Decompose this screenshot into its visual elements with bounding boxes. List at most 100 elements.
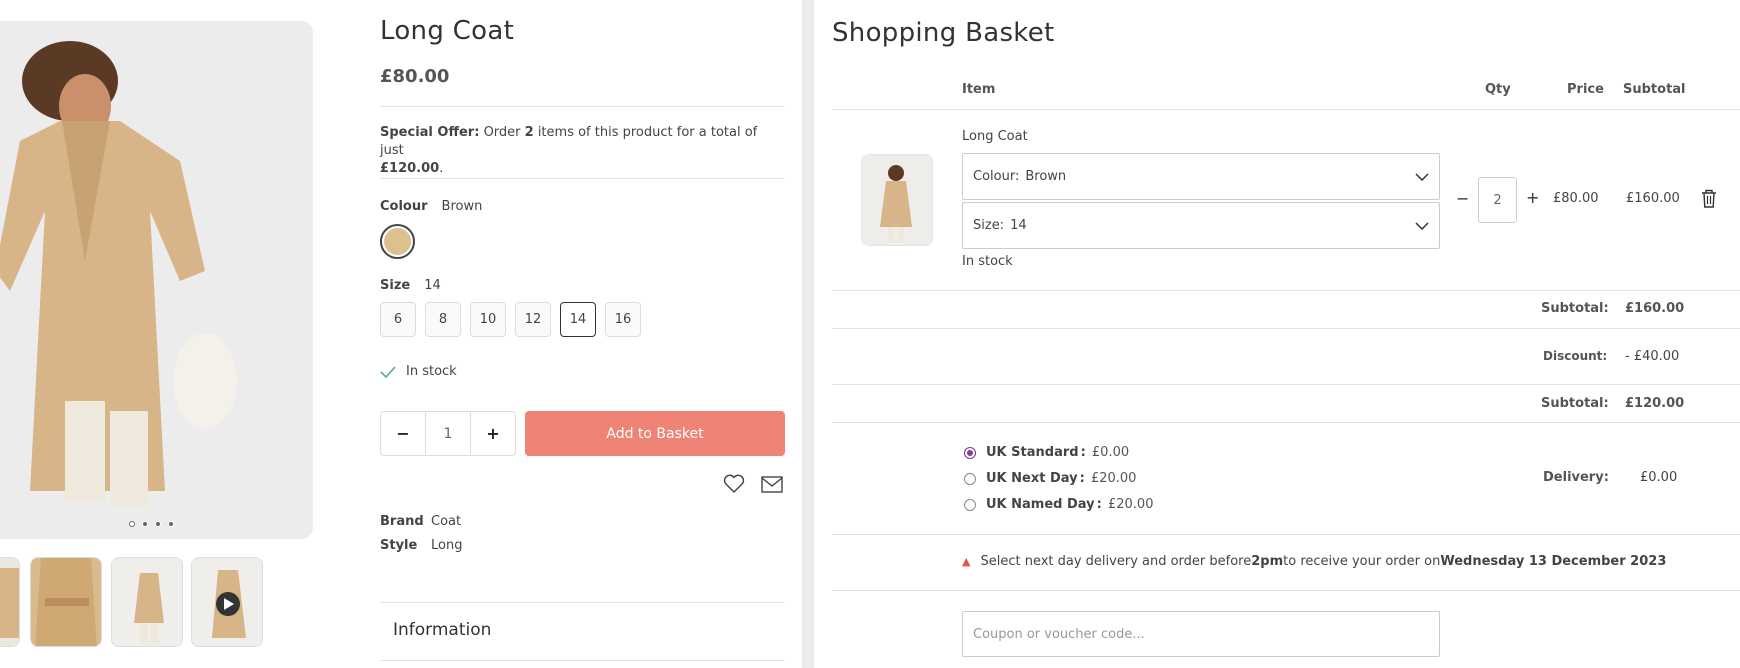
size-option[interactable]: 10 (470, 302, 506, 337)
thumbnail[interactable] (0, 557, 20, 647)
coupon-input[interactable]: Coupon or voucher code... (962, 611, 1440, 657)
divider (832, 328, 1740, 329)
brand-row: Brand Coat (380, 514, 461, 529)
mail-icon[interactable] (761, 476, 783, 493)
offer-total: £120.00 (380, 161, 440, 176)
product-price: £80.00 (380, 66, 450, 87)
subtotal-value: £160.00 (1625, 301, 1685, 316)
radio-button-selected[interactable] (964, 446, 976, 459)
column-header-price: Price (1567, 82, 1604, 97)
delivery-option-uk-standard[interactable]: UK Standard: £0.00 (964, 445, 1129, 460)
carousel-dot[interactable] (142, 521, 148, 527)
size-option-selected[interactable]: 14 (560, 302, 596, 337)
panel-divider (802, 0, 814, 668)
subtotal-label: Subtotal: (1541, 301, 1609, 316)
warning-icon: ▲ (962, 555, 971, 568)
cart-item-name[interactable]: Long Coat (962, 129, 1028, 144)
size-label: Size (380, 278, 411, 293)
product-main-image[interactable] (0, 21, 313, 539)
offer-label: Special Offer: (380, 125, 480, 140)
colour-row: Colour Brown (380, 199, 482, 214)
thumbnail[interactable] (30, 557, 102, 647)
delivery-label: Delivery: (1543, 470, 1609, 485)
size-option[interactable]: 8 (425, 302, 461, 337)
discount-label: Discount: (1543, 349, 1608, 363)
subtotal-after-discount-label: Subtotal: (1541, 396, 1609, 411)
divider (380, 106, 785, 107)
offer-text: . (439, 161, 444, 176)
video-thumbnail[interactable] (191, 557, 263, 647)
offer-text: Order (483, 125, 525, 140)
thumbnail[interactable] (111, 557, 183, 647)
colour-select[interactable]: Colour: Brown (962, 153, 1440, 200)
column-header-qty: Qty (1485, 82, 1511, 97)
information-accordion[interactable]: Information (393, 620, 491, 640)
product-title: Long Coat (380, 16, 515, 46)
colour-select-label: Colour: (973, 169, 1020, 184)
colour-value: Brown (441, 199, 483, 214)
add-to-basket-button[interactable]: Add to Basket (525, 411, 785, 456)
brand-value: Coat (431, 514, 462, 529)
carousel-dot[interactable] (155, 521, 161, 527)
brand-label: Brand (380, 514, 424, 529)
colour-select-value: Brown (1025, 169, 1067, 184)
delivery-option-uk-next-day[interactable]: UK Next Day: £20.00 (964, 471, 1136, 486)
size-option[interactable]: 12 (515, 302, 551, 337)
product-panel: Long Coat £80.00 Special Offer: Order 2 … (0, 0, 802, 668)
size-select-label: Size: (973, 218, 1005, 233)
chevron-down-icon (1415, 172, 1429, 181)
column-header-subtotal: Subtotal (1623, 82, 1686, 97)
carousel-dot[interactable] (168, 521, 174, 527)
divider (832, 590, 1740, 591)
heart-icon[interactable] (723, 474, 745, 494)
cart-item-subtotal: £160.00 (1626, 191, 1680, 206)
delivery-value: £0.00 (1640, 470, 1678, 485)
cart-item-price: £80.00 (1553, 191, 1599, 206)
divider (832, 290, 1740, 291)
cart-item-image[interactable] (861, 154, 933, 246)
radio-button[interactable] (964, 472, 976, 485)
qty-plus-button[interactable]: + (471, 412, 515, 455)
colour-label: Colour (380, 199, 428, 214)
size-value: 14 (424, 278, 441, 293)
size-option[interactable]: 16 (605, 302, 641, 337)
basket-title: Shopping Basket (832, 18, 1055, 48)
divider (832, 109, 1740, 110)
qty-minus-button[interactable]: − (381, 412, 425, 455)
divider (380, 660, 785, 661)
delivery-option-price: £20.00 (1090, 471, 1137, 486)
carousel-dot[interactable] (129, 521, 135, 527)
size-select-value: 14 (1010, 218, 1027, 233)
notice-text: Select next day delivery and order befor… (980, 554, 1252, 569)
divider (832, 422, 1740, 423)
notice-date: Wednesday 13 December 2023 (1440, 554, 1667, 569)
cart-item-stock: In stock (962, 254, 1013, 269)
delivery-option-name: UK Next Day (986, 471, 1078, 486)
notice-text: to receive your order on (1283, 554, 1441, 569)
trash-icon[interactable] (1701, 189, 1717, 208)
column-header-item: Item (962, 82, 996, 97)
subtotal-after-discount-value: £120.00 (1625, 396, 1685, 411)
divider (380, 178, 785, 179)
qty-input[interactable]: 1 (425, 412, 471, 455)
offer-qty: 2 (524, 125, 534, 140)
notice-time: 2pm (1251, 554, 1284, 569)
special-offer: Special Offer: Order 2 items of this pro… (380, 124, 760, 178)
cart-qty-plus-button[interactable]: + (1526, 188, 1539, 207)
delivery-notice: ▲ Select next day delivery and order bef… (962, 554, 1666, 569)
cart-qty-minus-button[interactable]: − (1456, 189, 1469, 208)
delivery-option-name: UK Named Day (986, 497, 1095, 512)
cart-qty-input[interactable]: 2 (1478, 177, 1517, 223)
size-option[interactable]: 6 (380, 302, 416, 337)
delivery-option-uk-named-day[interactable]: UK Named Day: £20.00 (964, 497, 1153, 512)
divider (832, 384, 1740, 385)
delivery-option-price: £0.00 (1091, 445, 1130, 460)
colour-swatch-brown[interactable] (380, 224, 415, 259)
coat-photo-icon (0, 21, 313, 539)
radio-button[interactable] (964, 498, 976, 511)
divider (380, 602, 785, 603)
size-row: Size 14 (380, 278, 441, 293)
size-select[interactable]: Size: 14 (962, 202, 1440, 249)
size-options: 6 8 10 12 14 16 (380, 302, 641, 337)
chevron-down-icon (1415, 221, 1429, 230)
